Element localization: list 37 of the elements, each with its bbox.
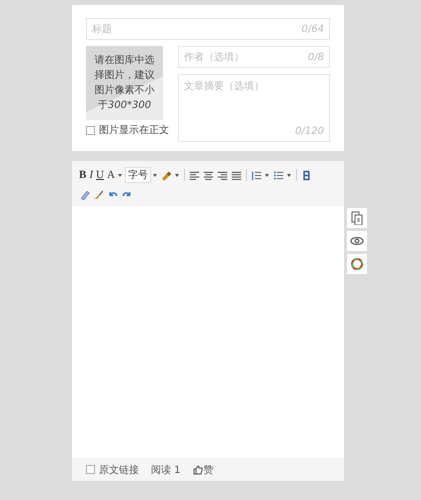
align-justify-icon xyxy=(230,170,242,180)
ordered-list-icon xyxy=(250,170,262,180)
font-size-select[interactable]: 字号 xyxy=(124,167,151,183)
read-count: 阅读 1 xyxy=(151,464,181,476)
color-wheel-icon xyxy=(350,257,364,271)
checkbox-label: 图片显示在正文 xyxy=(99,124,169,137)
thumbs-up-icon xyxy=(192,464,203,474)
cover-image-placeholder[interactable]: 请在图库中选择图片，建议图片像素不小于300*300 xyxy=(86,46,163,120)
save-icon xyxy=(300,170,312,180)
character-counter: 0/64 xyxy=(302,24,324,34)
like-button[interactable]: 赞 xyxy=(192,462,214,478)
side-tool-button[interactable] xyxy=(347,231,367,251)
dropdown-arrow-icon xyxy=(264,174,269,176)
format-button[interactable]: A xyxy=(106,167,116,183)
character-counter: 0/8 xyxy=(308,52,324,62)
format-button[interactable]: B xyxy=(78,167,88,183)
align-center-icon xyxy=(202,170,214,180)
dropdown-arrow-icon xyxy=(174,174,179,176)
align-right-icon xyxy=(216,170,228,180)
highlighter-icon xyxy=(160,170,172,180)
checkbox[interactable] xyxy=(86,465,95,474)
dropdown-arrow-icon xyxy=(286,174,291,176)
side-tool-button[interactable] xyxy=(347,254,367,274)
character-counter: 0/120 xyxy=(295,126,324,137)
side-tool-button[interactable] xyxy=(347,208,367,228)
bullet-list-icon xyxy=(272,170,284,180)
format-button[interactable]: U xyxy=(95,167,105,183)
eraser-icon xyxy=(79,188,90,200)
eye-icon xyxy=(350,234,364,248)
brush-icon xyxy=(93,188,104,200)
dropdown-arrow-icon xyxy=(152,174,157,176)
dropdown-arrow-icon xyxy=(118,174,122,176)
align-left-icon xyxy=(188,170,200,180)
format-button[interactable]: I xyxy=(88,167,94,183)
copy-icon xyxy=(350,211,364,225)
checkbox[interactable] xyxy=(86,126,95,134)
checkbox-label: 原文链接 xyxy=(99,464,139,476)
